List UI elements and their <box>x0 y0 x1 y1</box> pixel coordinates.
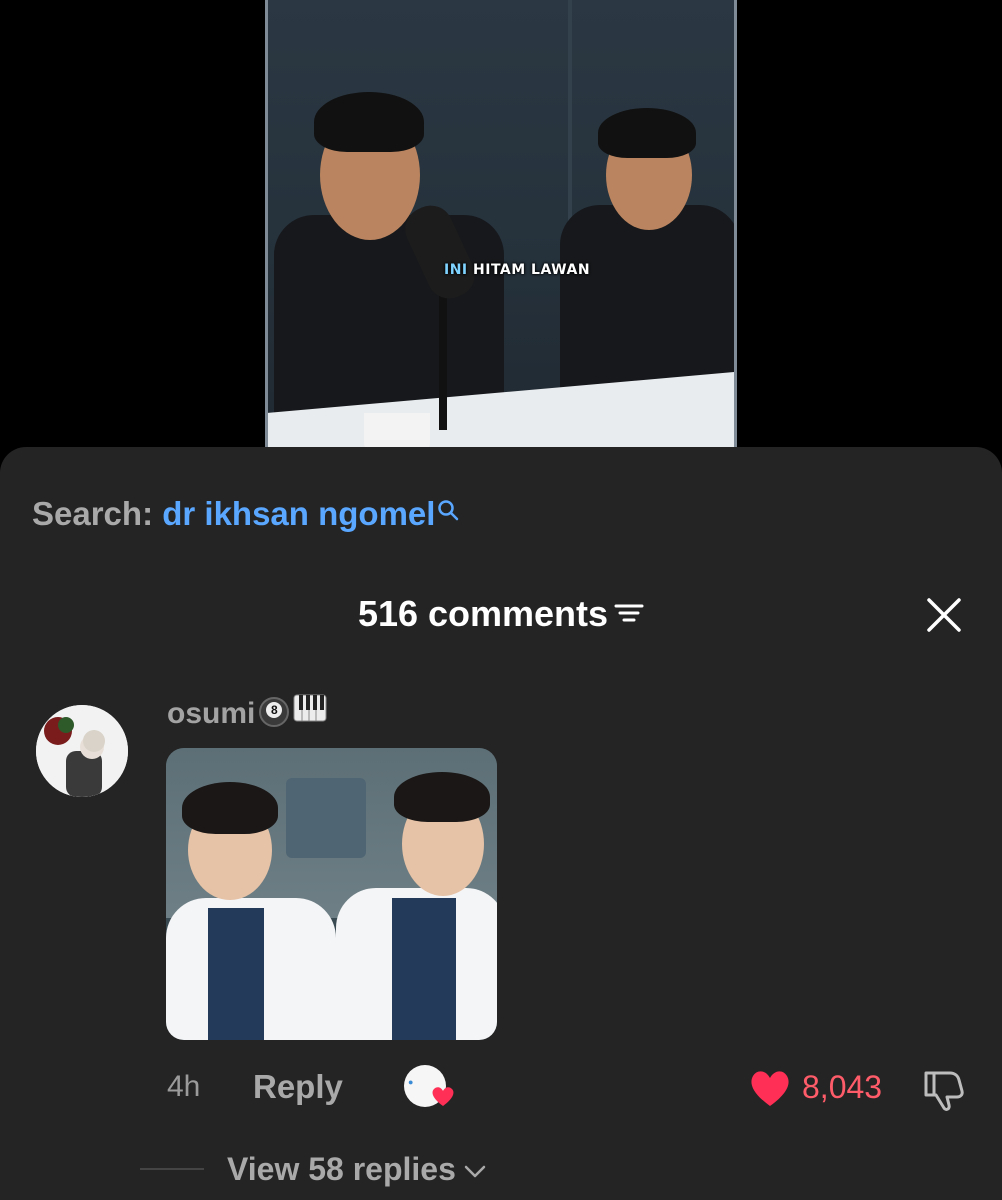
video-caption: INI HITAM LAWAN <box>444 262 590 278</box>
video-player[interactable]: INI HITAM LAWAN <box>265 0 737 470</box>
eight-ball-emoji: 8 <box>259 697 290 728</box>
thumbs-down-icon[interactable] <box>920 1067 966 1118</box>
view-replies-label[interactable]: View 58 replies <box>227 1151 456 1187</box>
caption-text: HITAM LAWAN <box>473 262 591 278</box>
left-doctor-scrubs <box>208 908 264 1040</box>
close-button[interactable] <box>924 595 964 635</box>
like-count: 8,043 <box>802 1069 883 1105</box>
username-text[interactable]: osumi <box>167 697 255 730</box>
search-icon <box>437 491 459 529</box>
comments-sheet: Search: dr ikhsan ngomel 516 comments os… <box>0 447 1002 1200</box>
creator-avatar: ● <box>408 1077 414 1087</box>
comment-image[interactable] <box>166 748 497 1040</box>
creator-heart-icon <box>430 1084 456 1113</box>
left-doctor-hair <box>182 782 278 834</box>
sort-icon[interactable] <box>614 592 644 634</box>
chevron-down-icon <box>464 1150 486 1187</box>
image-window <box>286 778 366 858</box>
creator-liked-badge: ● <box>404 1065 454 1107</box>
search-prefix: Search: <box>32 495 154 532</box>
comment-username[interactable]: osumi 8 <box>167 694 327 733</box>
right-doctor-hair <box>394 772 490 822</box>
caption-highlight: INI <box>444 262 468 278</box>
view-replies-button[interactable]: View 58 replies <box>227 1151 486 1188</box>
eight-ball-number: 8 <box>266 702 283 719</box>
comments-header: 516 comments <box>0 593 1002 635</box>
replies-divider <box>140 1168 204 1170</box>
piano-emoji <box>293 694 327 730</box>
search-query-link[interactable]: dr ikhsan ngomel <box>162 495 435 532</box>
heart-icon[interactable] <box>748 1067 792 1114</box>
comment-time: 4h <box>167 1070 201 1103</box>
right-doctor-scrubs <box>392 898 456 1040</box>
comments-count: 516 comments <box>357 593 609 634</box>
reply-button[interactable]: Reply <box>253 1068 343 1106</box>
avatar[interactable] <box>36 705 128 797</box>
search-suggestion[interactable]: Search: dr ikhsan ngomel <box>32 495 459 533</box>
close-icon <box>927 598 961 632</box>
left-person-hair <box>314 92 424 152</box>
right-person-hair <box>598 108 696 158</box>
